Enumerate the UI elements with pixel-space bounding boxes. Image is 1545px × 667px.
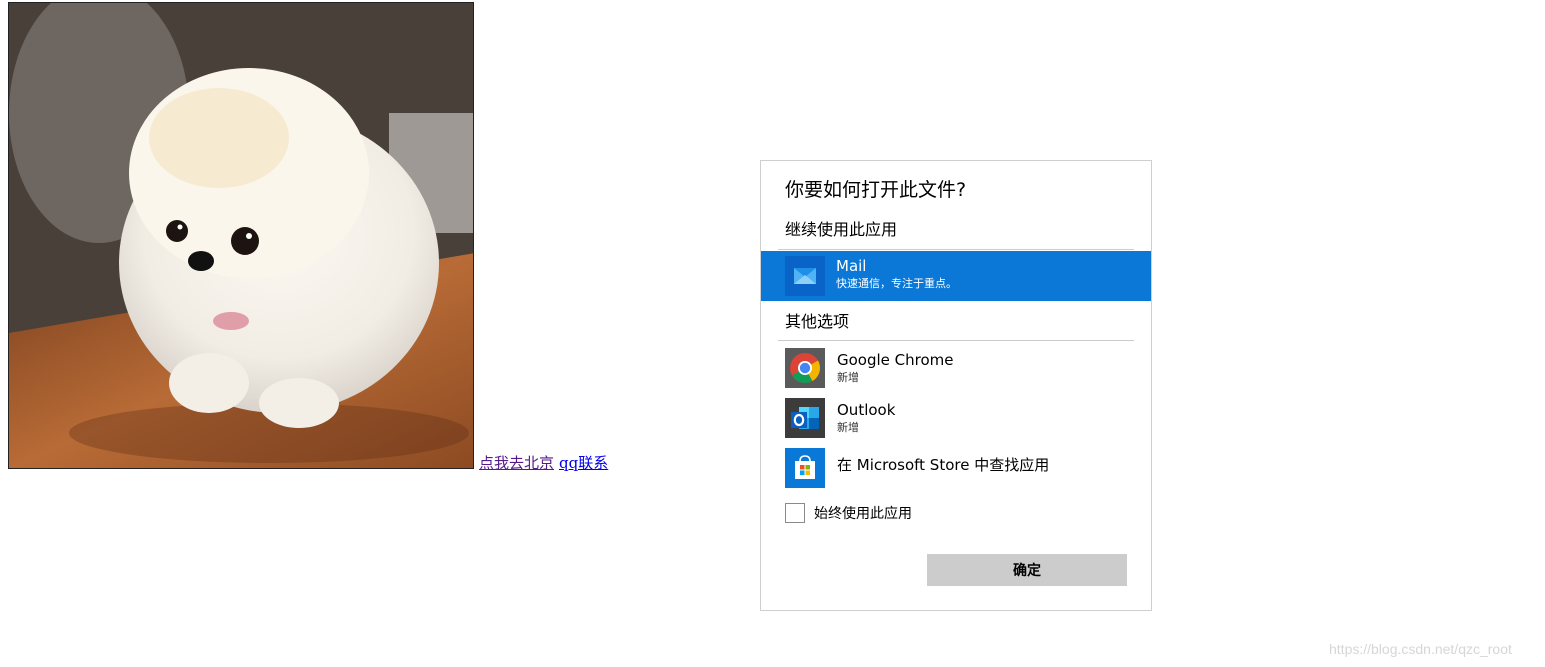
dialog-title: 你要如何打开此文件? [785, 179, 967, 201]
app-sub: 新增 [837, 371, 859, 384]
store-icon [785, 448, 825, 488]
app-option-mail[interactable]: Mail 快速通信，专注于重点。 [761, 251, 1151, 301]
open-with-dialog: 你要如何打开此文件? 继续使用此应用 Mail 快速通信，专注于重点。 其他选项 [760, 160, 1152, 611]
outlook-icon [785, 398, 825, 438]
mail-icon [785, 256, 825, 296]
app-name: Outlook [837, 401, 896, 419]
app-description: 快速通信，专注于重点。 [836, 277, 957, 290]
app-sub: 新增 [837, 421, 859, 434]
app-option-outlook[interactable]: Outlook 新增 [778, 395, 1134, 441]
app-name: 在 Microsoft Store 中查找应用 [837, 456, 1050, 474]
page-links: 点我去北京 qq联系 [479, 453, 608, 473]
chrome-icon [785, 348, 825, 388]
app-option-store[interactable]: 在 Microsoft Store 中查找应用 [778, 445, 1134, 491]
link-qq-contact[interactable]: qq联系 [559, 454, 608, 472]
divider [778, 340, 1134, 341]
app-option-chrome[interactable]: Google Chrome 新增 [778, 345, 1134, 391]
other-section-title: 其他选项 [785, 312, 850, 331]
app-name: Google Chrome [837, 351, 954, 369]
divider [778, 249, 1134, 250]
always-use-checkbox[interactable] [785, 503, 805, 523]
app-name: Mail [836, 257, 867, 275]
always-use-label: 始终使用此应用 [814, 506, 912, 522]
ok-button[interactable]: 确定 [927, 554, 1127, 586]
continue-section-title: 继续使用此应用 [785, 220, 898, 239]
link-go-beijing[interactable]: 点我去北京 [479, 454, 554, 472]
puppy-photo [8, 2, 474, 469]
watermark: https://blog.csdn.net/qzc_root [1329, 641, 1512, 657]
